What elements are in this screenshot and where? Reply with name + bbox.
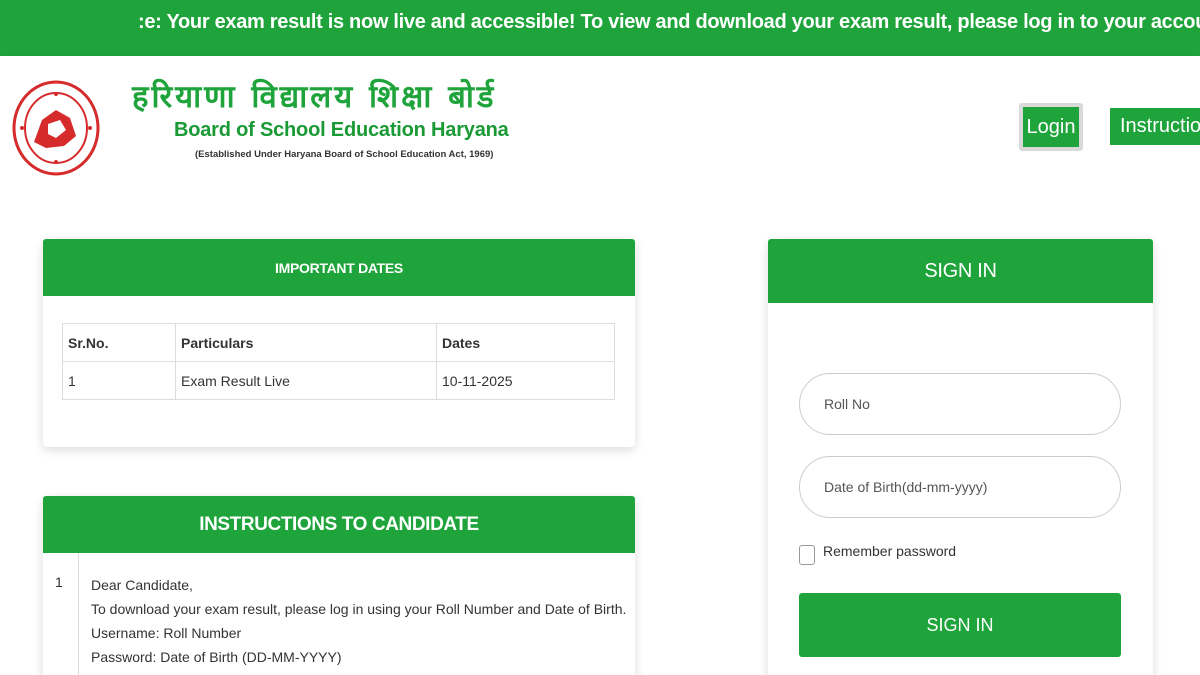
- table-row: 1 Exam Result Live 10-11-2025: [62, 361, 615, 400]
- cell-particulars: Exam Result Live: [175, 361, 437, 400]
- dob-input[interactable]: [799, 456, 1121, 518]
- instructions-card: INSTRUCTIONS TO CANDIDATE 1 Dear Candida…: [43, 496, 635, 675]
- bseh-seal-icon: [12, 80, 100, 176]
- important-dates-card: IMPORTANT DATES Sr.No. Particulars Dates…: [43, 239, 635, 447]
- remember-password-checkbox[interactable]: [799, 545, 815, 565]
- signin-button[interactable]: SIGN IN: [799, 593, 1121, 657]
- remember-password-label: Remember password: [823, 543, 957, 559]
- important-dates-heading: IMPORTANT DATES: [43, 239, 635, 296]
- brand-title-hindi: हरियाणा विद्यालय शिक्षा बोर्ड: [132, 79, 497, 115]
- signin-heading: SIGN IN: [768, 239, 1153, 303]
- signin-card: SIGN IN Remember password SIGN IN: [768, 239, 1153, 675]
- instruction-button[interactable]: Instruction: [1110, 108, 1200, 145]
- instruction-text: Dear Candidate, To download your exam re…: [91, 573, 626, 669]
- table-header-row: Sr.No. Particulars Dates: [62, 323, 615, 362]
- column-header-srno: Sr.No.: [62, 323, 176, 362]
- cell-srno: 1: [62, 361, 176, 400]
- important-dates-table: Sr.No. Particulars Dates 1 Exam Result L…: [62, 323, 615, 400]
- instruction-line: To download your exam result, please log…: [91, 601, 627, 617]
- instruction-number: 1: [55, 574, 63, 590]
- roll-no-input[interactable]: [799, 373, 1121, 435]
- instruction-line: Dear Candidate,: [91, 577, 193, 593]
- column-header-particulars: Particulars: [175, 323, 437, 362]
- announcement-marquee: :e: Your exam result is now live and acc…: [0, 0, 1200, 56]
- instructions-heading: INSTRUCTIONS TO CANDIDATE: [43, 496, 635, 553]
- cell-date: 10-11-2025: [436, 361, 615, 400]
- login-button[interactable]: Login: [1019, 103, 1083, 151]
- instruction-line: Username: Roll Number: [91, 625, 242, 641]
- instruction-number-column: [43, 553, 79, 675]
- column-header-dates: Dates: [436, 323, 615, 362]
- announcement-text: :e: Your exam result is now live and acc…: [138, 11, 1200, 33]
- brand-subtitle: (Established Under Haryana Board of Scho…: [195, 149, 494, 160]
- brand-title-english: Board of School Education Haryana: [174, 119, 509, 141]
- instruction-line: Password: Date of Birth (DD-MM-YYYY): [91, 649, 342, 665]
